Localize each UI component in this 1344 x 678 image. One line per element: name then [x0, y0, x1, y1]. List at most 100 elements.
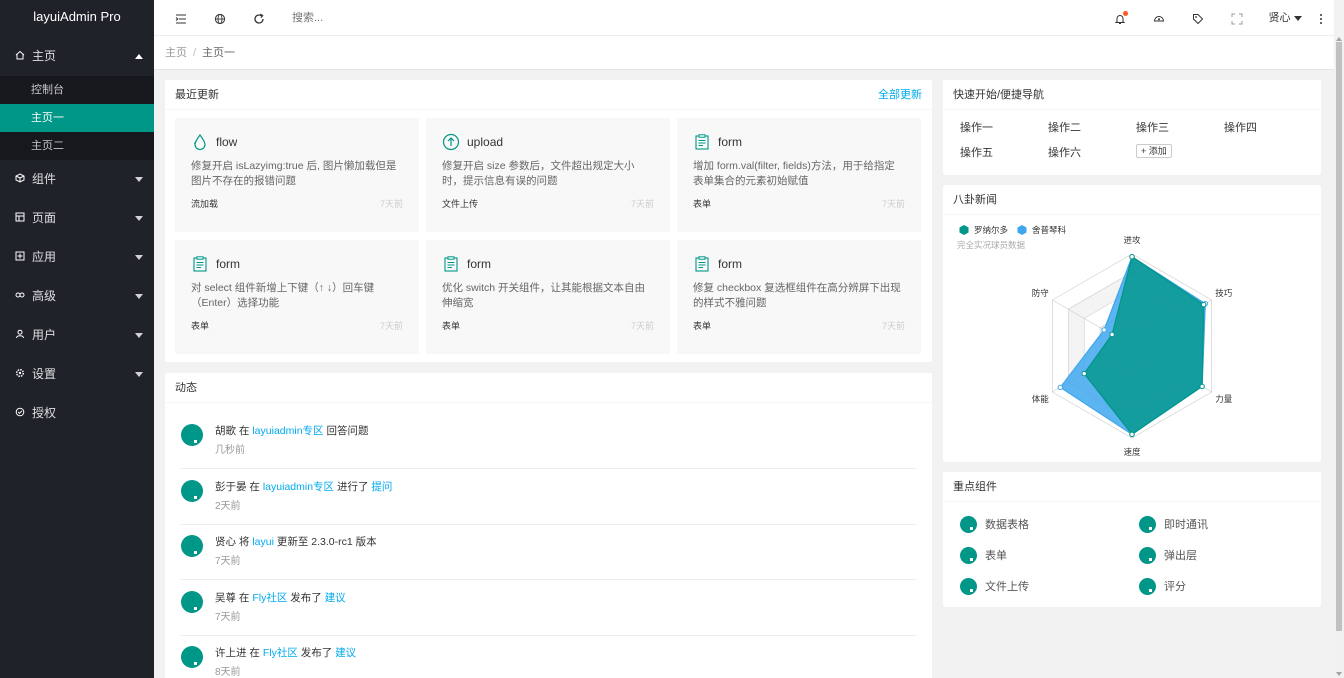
- update-card[interactable]: form 增加 form.val(filter, fields)方法，用于给指定表…: [677, 118, 921, 232]
- update-card[interactable]: upload 修复开启 size 参数后，文件超出规定大小时，提示信息有误的问题文…: [426, 118, 670, 232]
- activity-line: 彭于晏 在 layuiadmin专区 进行了 提问: [215, 480, 392, 494]
- component-avatar: [960, 547, 977, 564]
- avatar[interactable]: [181, 646, 203, 668]
- gear-icon: [14, 356, 26, 395]
- update-title: form: [718, 257, 742, 271]
- update-description: 优化 switch 开关组件，让其能根据文本自由伸缩宽: [442, 282, 646, 309]
- scroll-up-icon[interactable]: [1336, 37, 1342, 41]
- update-card[interactable]: flow 修复开启 isLazyimg:true 后, 图片懒加载但是图片不存在的…: [175, 118, 419, 232]
- update-footer: 表单 7天前: [693, 319, 905, 331]
- legend-swatch: [959, 225, 969, 235]
- radar-point: [1201, 301, 1207, 308]
- activity-link[interactable]: layuiadmin专区: [252, 425, 323, 437]
- radar-indicator-label: 力量: [1215, 394, 1233, 404]
- update-title-row: form: [693, 255, 905, 273]
- sidebar-item-auth[interactable]: 授权: [0, 394, 154, 433]
- breadcrumb-item[interactable]: 主页: [165, 47, 187, 59]
- page-scrollbar[interactable]: [1334, 36, 1344, 678]
- sidebar-item-home[interactable]: 主页: [0, 37, 154, 76]
- fullscreen-icon[interactable]: [1226, 0, 1248, 36]
- component-avatar: [1139, 578, 1156, 595]
- update-card[interactable]: form 对 select 组件新增上下键（↑ ↓）回车键（Enter）选择功能表…: [175, 240, 419, 354]
- search-input[interactable]: [292, 9, 472, 27]
- activity-link[interactable]: Fly社区: [263, 647, 298, 659]
- update-card[interactable]: form 修复 checkbox 复选框组件在高分辨屏下出现的样式不雅问题 表单 7天…: [677, 240, 921, 354]
- avatar[interactable]: [181, 479, 203, 502]
- avatar[interactable]: [181, 590, 203, 613]
- activity-link[interactable]: layui: [252, 536, 274, 548]
- activity-link[interactable]: 建议: [335, 647, 356, 659]
- activity-link[interactable]: 提问: [371, 481, 392, 493]
- update-card[interactable]: form 优化 switch 开关组件，让其能根据文本自由伸缩宽表单 7天前: [426, 240, 670, 354]
- activity-item: 吴尊 在 Fly社区 发布了 建议 7天前: [181, 580, 917, 636]
- avatar[interactable]: [181, 424, 203, 446]
- sidebar-item-pages[interactable]: 页面: [0, 199, 154, 238]
- sidebar-sub-home2[interactable]: 主页二: [0, 132, 154, 160]
- activity-time: 7天前: [215, 611, 241, 623]
- activity-line: 吴尊 在 Fly社区 发布了 建议: [215, 591, 346, 605]
- refresh-icon[interactable]: [248, 0, 270, 36]
- theme-icon[interactable]: [1148, 0, 1170, 36]
- activity-text: 吴尊 在: [215, 591, 253, 604]
- avatar[interactable]: [181, 535, 203, 557]
- update-tag: 表单: [191, 321, 210, 331]
- update-description: 修复开启 size 参数后，文件超出规定大小时，提示信息有误的问题: [442, 160, 635, 187]
- sidebar-item-label: 页面: [32, 211, 57, 225]
- activity-time: 2天前: [215, 500, 241, 512]
- quick-item[interactable]: 操作一: [960, 119, 993, 135]
- all-updates-link[interactable]: 全部更新: [878, 80, 922, 110]
- cube-icon: [14, 161, 26, 200]
- component-label: 即时通讯: [1164, 519, 1208, 531]
- app-logo[interactable]: layuiAdmin Pro: [0, 0, 154, 36]
- quick-item[interactable]: 操作三: [1136, 119, 1169, 135]
- quick-item[interactable]: 操作五: [960, 144, 993, 160]
- scroll-thumb[interactable]: [1336, 42, 1342, 631]
- bell-icon[interactable]: [1109, 0, 1131, 36]
- globe-icon[interactable]: [209, 0, 231, 36]
- sidebar-item-components[interactable]: 组件: [0, 160, 154, 199]
- quick-item[interactable]: 操作二: [1048, 119, 1081, 135]
- update-footer: 文件上传 7天前: [442, 197, 654, 209]
- activity-text: 贤心 将: [215, 536, 253, 548]
- radar-point: [1057, 384, 1063, 391]
- radar-indicator-label: 防守: [1032, 288, 1049, 298]
- sidebar-item-label: 组件: [32, 172, 57, 186]
- update-description: 增加 form.val(filter, fields)方法，用于给指定表单集合的…: [693, 160, 895, 187]
- update-title: form: [467, 257, 491, 271]
- quick-item[interactable]: 操作六: [1048, 144, 1081, 160]
- activity-text: 彭于晏 在: [215, 480, 263, 493]
- scroll-down-icon[interactable]: [1336, 672, 1342, 676]
- radar-point: [1101, 327, 1107, 333]
- chart-legend: 罗纳尔多 舍普琴科 完全实况球员数据: [957, 225, 1067, 250]
- activity-text: 更新至 2.3.0-rc1 版本: [273, 536, 377, 548]
- breadcrumb-current: 主页一: [202, 47, 236, 59]
- sidebar-item-apps[interactable]: 应用: [0, 238, 154, 277]
- chevron-down-icon: [135, 177, 143, 182]
- component-label: 评分: [1164, 581, 1186, 593]
- sidebar-sub-home1[interactable]: 主页一: [0, 104, 154, 132]
- update-title: upload: [467, 135, 504, 149]
- update-footer: 表单 7天前: [442, 319, 654, 331]
- user-menu[interactable]: 贤心: [1265, 0, 1305, 36]
- chevron-down-icon: [135, 294, 143, 299]
- chevron-down-icon: [135, 372, 143, 377]
- activity-link[interactable]: layuiadmin专区: [263, 481, 334, 493]
- sidebar-item-advanced[interactable]: 高级: [0, 277, 154, 316]
- menu-toggle-icon[interactable]: [170, 0, 192, 36]
- tag-icon[interactable]: [1187, 0, 1209, 36]
- card-title: 重点组件: [953, 481, 997, 493]
- radar-point: [1081, 370, 1087, 377]
- user-icon: [14, 317, 26, 356]
- activity-link[interactable]: Fly社区: [252, 592, 287, 604]
- radar-indicator-label: 进攻: [1123, 235, 1141, 245]
- app-icon: [14, 239, 26, 278]
- sidebar-item-settings[interactable]: 设置: [0, 355, 154, 394]
- activity-link[interactable]: 建议: [325, 592, 346, 604]
- more-icon[interactable]: [1314, 0, 1328, 36]
- chevron-up-icon: [135, 54, 143, 59]
- quick-item[interactable]: 操作四: [1224, 119, 1257, 135]
- sidebar-item-users[interactable]: 用户: [0, 316, 154, 355]
- add-shortcut-button[interactable]: + 添加: [1136, 144, 1172, 158]
- sidebar-sub-console[interactable]: 控制台: [0, 76, 154, 104]
- card-header: 快速开始/便捷导航: [943, 80, 1321, 110]
